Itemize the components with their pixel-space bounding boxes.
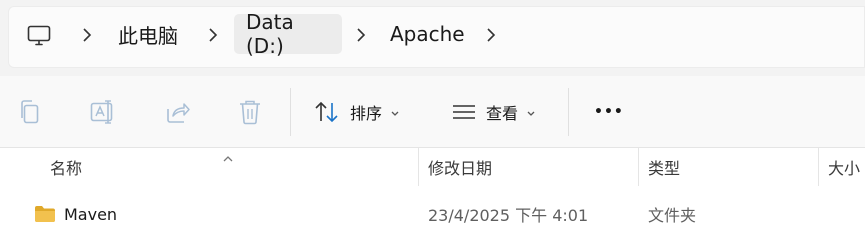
breadcrumb-label: 此电脑 (118, 23, 178, 48)
breadcrumb-item-data-drive[interactable]: Data (D:) (234, 10, 342, 58)
file-name[interactable]: Maven (64, 194, 117, 234)
column-name[interactable]: 名称 (50, 148, 82, 186)
copy-button[interactable] (18, 96, 42, 128)
file-date-modified: 23/4/2025 下午 4:01 (428, 206, 589, 225)
more-options-button[interactable]: ••• (594, 96, 624, 128)
command-bar: 排序 查看 ••• (0, 76, 865, 148)
breadcrumb-item-this-pc[interactable]: 此电脑 (118, 14, 178, 54)
breadcrumb-label: Data (D:) (246, 10, 294, 58)
chevron-right-icon[interactable] (356, 27, 366, 42)
chevron-down-icon (526, 103, 536, 122)
toolbar-divider (290, 88, 291, 136)
sort-arrows-icon (314, 100, 340, 124)
share-icon (165, 100, 191, 124)
this-pc-icon[interactable] (27, 25, 51, 46)
chevron-right-icon[interactable] (486, 27, 496, 42)
address-bar: 此电脑 Data (D:) Apache (0, 0, 865, 76)
folder-icon (34, 194, 56, 234)
table-row[interactable]: Maven 23/4/2025 下午 4:01 文件夹 (0, 194, 865, 234)
trash-icon (238, 99, 262, 125)
view-label: 查看 (486, 104, 519, 123)
rename-button[interactable] (90, 96, 118, 128)
column-header: 名称 修改日期 类型 大小 (0, 148, 865, 186)
column-divider[interactable] (418, 148, 419, 186)
column-type-label: 类型 (648, 159, 681, 178)
view-lines-icon (452, 102, 476, 122)
rename-icon (90, 99, 118, 125)
file-type: 文件夹 (648, 206, 697, 225)
column-name-label: 名称 (50, 159, 83, 178)
sort-ascending-icon (222, 148, 234, 167)
chevron-down-icon (390, 103, 400, 122)
column-size-label: 大小 (828, 159, 861, 178)
breadcrumb-item-apache[interactable]: Apache (390, 14, 465, 54)
more-icon: ••• (594, 104, 624, 120)
delete-button[interactable] (238, 96, 262, 128)
column-divider[interactable] (818, 148, 819, 186)
chevron-right-icon[interactable] (208, 27, 218, 42)
sort-button[interactable]: 排序 (314, 96, 400, 128)
copy-icon (18, 99, 42, 125)
sort-label: 排序 (350, 104, 383, 123)
column-date-label: 修改日期 (428, 159, 493, 178)
chevron-right-icon[interactable] (82, 27, 92, 42)
column-divider[interactable] (638, 148, 639, 186)
toolbar-divider (568, 88, 569, 136)
breadcrumb-label: Apache (390, 22, 465, 46)
column-size[interactable]: 大小 (828, 148, 860, 186)
column-type[interactable]: 类型 (648, 148, 680, 186)
share-button[interactable] (165, 96, 191, 128)
view-button[interactable]: 查看 (452, 96, 536, 128)
column-date-modified[interactable]: 修改日期 (428, 148, 492, 186)
